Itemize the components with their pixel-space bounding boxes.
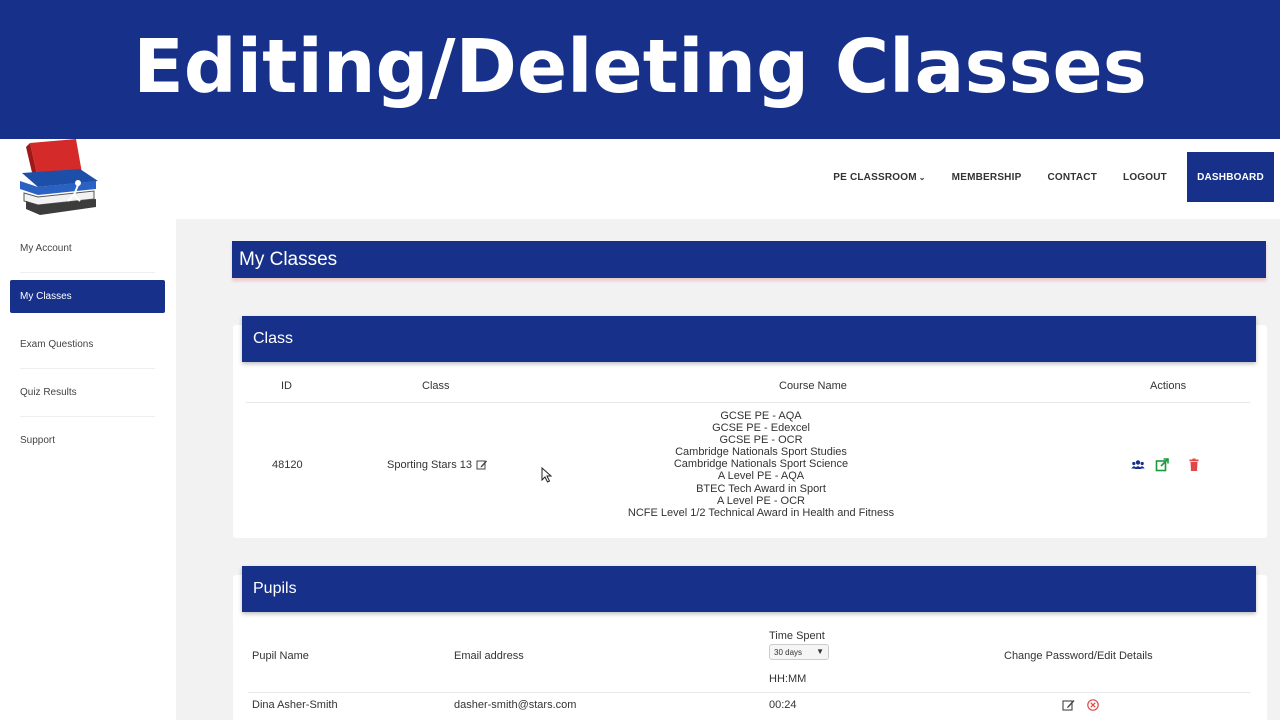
column-header-id: ID [281, 380, 292, 392]
column-header-pupil-name: Pupil Name [252, 650, 309, 662]
column-header-course-name: Course Name [779, 380, 847, 392]
time-unit-label: HH:MM [769, 673, 807, 685]
edit-icon[interactable] [476, 459, 488, 471]
logo-books-icon[interactable] [16, 139, 100, 219]
sidebar-item-exam-questions[interactable]: Exam Questions [10, 328, 165, 369]
course-item: Cambridge Nationals Sport Studies [675, 446, 847, 459]
column-header-change-password: Change Password/Edit Details [1004, 650, 1153, 662]
top-navbar: PE CLASSROOM ⌄ MEMBERSHIP CONTACT LOGOUT… [0, 139, 1280, 219]
class-name-cell: Sporting Stars 13 [387, 459, 488, 471]
edit-icon[interactable] [1062, 698, 1076, 712]
sidebar: My Account My Classes Exam Questions Qui… [0, 219, 176, 720]
class-name: Sporting Stars 13 [387, 459, 472, 471]
nav-pe-classroom[interactable]: PE CLASSROOM ⌄ [833, 172, 925, 183]
pupil-name: Dina Asher-Smith [252, 699, 338, 711]
chevron-down-icon: ▼ [816, 647, 824, 656]
title-banner: Editing/Deleting Classes [0, 0, 1280, 139]
external-link-icon[interactable] [1155, 458, 1169, 472]
class-id: 48120 [272, 459, 303, 471]
nav-membership[interactable]: MEMBERSHIP [952, 172, 1022, 183]
course-item: A Level PE - OCR [716, 494, 806, 507]
header-divider [248, 692, 1250, 693]
header-divider [246, 402, 1250, 403]
course-item: NCFE Level 1/2 Technical Award in Health… [627, 506, 895, 519]
course-item: GCSE PE - AQA [720, 410, 802, 422]
sidebar-item-quiz-results[interactable]: Quiz Results [10, 376, 165, 417]
course-item: BTEC Tech Award in Sport [696, 482, 826, 495]
course-item: Cambridge Nationals Sport Science [673, 458, 849, 471]
page-title: My Classes [232, 241, 1266, 278]
sidebar-item-my-account[interactable]: My Account [10, 232, 165, 273]
pupils-card-header: Pupils [242, 566, 1256, 612]
remove-circle-icon[interactable] [1086, 698, 1100, 712]
trash-icon[interactable] [1187, 458, 1201, 472]
main-nav: PE CLASSROOM ⌄ MEMBERSHIP CONTACT LOGOUT… [807, 152, 1274, 202]
course-item: GCSE PE - Edexcel [712, 422, 810, 435]
users-icon[interactable] [1131, 458, 1145, 472]
main-content: My Classes Class ID Class Course Name Ac… [176, 219, 1280, 725]
chevron-down-icon: ⌄ [918, 172, 926, 182]
banner-title: Editing/Deleting Classes [133, 23, 1147, 110]
dashboard-button[interactable]: DASHBOARD [1187, 152, 1274, 202]
pupil-time-spent: 00:24 [769, 699, 797, 711]
pupil-email: dasher-smith@stars.com [454, 699, 577, 711]
sidebar-item-my-classes[interactable]: My Classes [10, 280, 165, 313]
column-header-actions: Actions [1150, 380, 1187, 392]
column-header-time-spent: Time Spent [769, 630, 825, 642]
time-period-select[interactable]: 30 days ▼ [769, 644, 829, 660]
nav-contact[interactable]: CONTACT [1047, 172, 1097, 183]
nav-logout[interactable]: LOGOUT [1123, 172, 1167, 183]
mouse-cursor-icon [541, 467, 553, 483]
course-list: GCSE PE - AQA GCSE PE - Edexcel GCSE PE … [581, 410, 941, 519]
column-header-class: Class [422, 380, 450, 392]
course-item: A Level PE - AQA [717, 470, 805, 483]
course-item: GCSE PE - OCR [719, 434, 803, 447]
class-card-header: Class [242, 316, 1256, 362]
nav-pe-classroom-label: PE CLASSROOM [833, 171, 917, 183]
column-header-email: Email address [454, 650, 524, 662]
time-period-value: 30 days [774, 647, 803, 657]
sidebar-item-support[interactable]: Support [10, 424, 165, 457]
